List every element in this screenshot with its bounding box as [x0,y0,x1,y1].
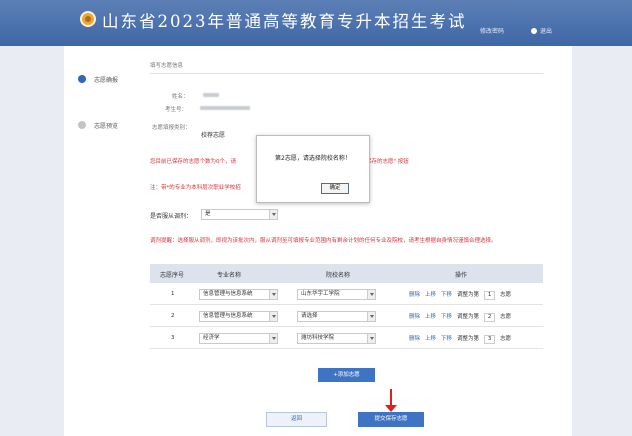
chevron-down-icon [367,312,375,321]
adjust-label: 调整为第 [457,292,480,298]
name-label: 姓名： [172,94,189,100]
logout-label: 退出 [540,28,553,35]
alert-dialog: 第2志愿，请选择院校名称！ 确定 [256,135,370,203]
row-ops: 删除 上移 下移 调整为第 3 志愿 [409,334,516,344]
school-value: 请选择 [301,313,318,319]
logout-link[interactable]: 退出 [531,26,552,35]
category-label: 志愿填报类别： [152,125,191,131]
major-value: 信息管理与信息系统 [203,291,253,297]
step-label: 志愿预览 [94,123,119,130]
step-active-icon [78,75,86,83]
delete-link[interactable]: 删除 [409,336,420,342]
row-ops: 删除 上移 下移 调整为第 2 志愿 [409,312,516,322]
section-title: 填写志愿信息 [150,63,184,69]
submit-save-button[interactable]: 提交保存志愿 [358,412,424,427]
back-button[interactable]: 返回 [266,412,327,427]
adjust-reminder: 调剂提醒：选择服从调剂，即视为该批次内，服从调剂至可填报专业范围内有剩余计划的任… [150,238,497,244]
priority-input[interactable]: 3 [484,335,496,344]
exam-no-value-redacted [200,106,250,110]
category-value: 校荐志愿 [201,132,226,139]
major-select[interactable]: 信息管理与信息系统 [199,289,278,300]
chevron-down-icon [269,210,277,219]
step-volunteer-preview[interactable]: 志愿预览 [78,121,118,130]
col-seq-header: 志愿序号 [160,272,185,279]
step-inactive-icon [78,121,86,129]
major-value: 信息管理与信息系统 [203,313,253,319]
warning-text: 您目前已保存的志愿个数为0个，请 [150,159,237,165]
school-select[interactable]: 潍坊科技学院 [297,333,376,344]
add-volunteer-button[interactable]: +添加志愿 [318,368,375,382]
move-down-link[interactable]: 下移 [441,314,452,320]
move-up-link[interactable]: 上移 [425,292,436,298]
chevron-down-icon [269,334,277,343]
col-school-header: 院校名称 [326,272,351,279]
table-row: 2 信息管理与信息系统 请选择 删除 上移 下移 调整为第 2 志愿 [150,305,543,327]
exam-logo-icon [80,11,96,27]
adjust-label: 调整为第 [457,336,480,342]
obey-adjust-label: 是否服从调剂： [150,213,193,220]
col-ops-header: 操作 [455,272,468,279]
chevron-down-icon [367,334,375,343]
adjust-label: 调整为第 [457,314,480,320]
unit-label: 志愿 [500,314,512,320]
priority-input[interactable]: 2 [484,313,496,322]
move-up-link[interactable]: 上移 [425,314,436,320]
table-row: 1 信息管理与信息系统 山东华宇工学院 删除 上移 下移 调整为第 1 志愿 [150,283,543,305]
warning-tail: 保存的志愿" 按钮 [366,159,409,165]
row-seq: 1 [171,291,175,297]
section-divider [150,73,543,74]
chevron-down-icon [269,290,277,299]
col-major-header: 专业名称 [217,272,242,279]
change-password-link[interactable]: 修改密码 [480,26,504,35]
major-value: 经济学 [203,335,220,341]
school-select[interactable]: 请选择 [297,311,376,322]
table-header: 志愿序号 专业名称 院校名称 操作 [150,264,543,283]
move-down-link[interactable]: 下移 [441,292,452,298]
unit-label: 志愿 [500,336,512,342]
exam-no-label: 考生号： [165,107,188,113]
row-seq: 3 [171,335,175,341]
alert-message: 第2志愿，请选择院校名称！ [275,155,351,162]
volunteer-table: 志愿序号 专业名称 院校名称 操作 1 信息管理与信息系统 山东华宇工学院 删除… [150,264,543,349]
alert-ok-button[interactable]: 确定 [321,183,349,194]
app-header: 山东省2023年普通高等教育专升本招生考试 修改密码 退出 [0,0,632,46]
school-value: 山东华宇工学院 [301,291,340,297]
move-up-link[interactable]: 上移 [425,336,436,342]
logout-icon [531,28,537,34]
step-volunteer-fill[interactable]: 志愿确报 [78,75,118,84]
delete-link[interactable]: 删除 [409,292,420,298]
move-down-link[interactable]: 下移 [441,336,452,342]
delete-link[interactable]: 删除 [409,314,420,320]
red-arrow-head-icon [385,405,397,412]
major-select[interactable]: 经济学 [199,333,278,344]
row-ops: 删除 上移 下移 调整为第 1 志愿 [409,290,516,300]
step-label: 志愿确报 [94,77,119,84]
major-select[interactable]: 信息管理与信息系统 [199,311,278,322]
table-row: 3 经济学 潍坊科技学院 删除 上移 下移 调整为第 3 志愿 [150,327,543,349]
chevron-down-icon [367,290,375,299]
page-title: 山东省2023年普通高等教育专升本招生考试 [102,12,467,31]
row-seq: 2 [171,313,175,319]
unit-label: 志愿 [500,292,512,298]
chevron-down-icon [269,312,277,321]
obey-adjust-value: 是 [205,211,211,217]
name-value-redacted [203,93,219,97]
obey-adjust-select[interactable]: 是 [201,209,278,220]
school-select[interactable]: 山东华宇工学院 [297,289,376,300]
vocational-note: 注：带*的专业为本科层次职业学校招 [150,185,241,191]
school-value: 潍坊科技学院 [301,335,335,341]
priority-input[interactable]: 1 [484,291,496,300]
